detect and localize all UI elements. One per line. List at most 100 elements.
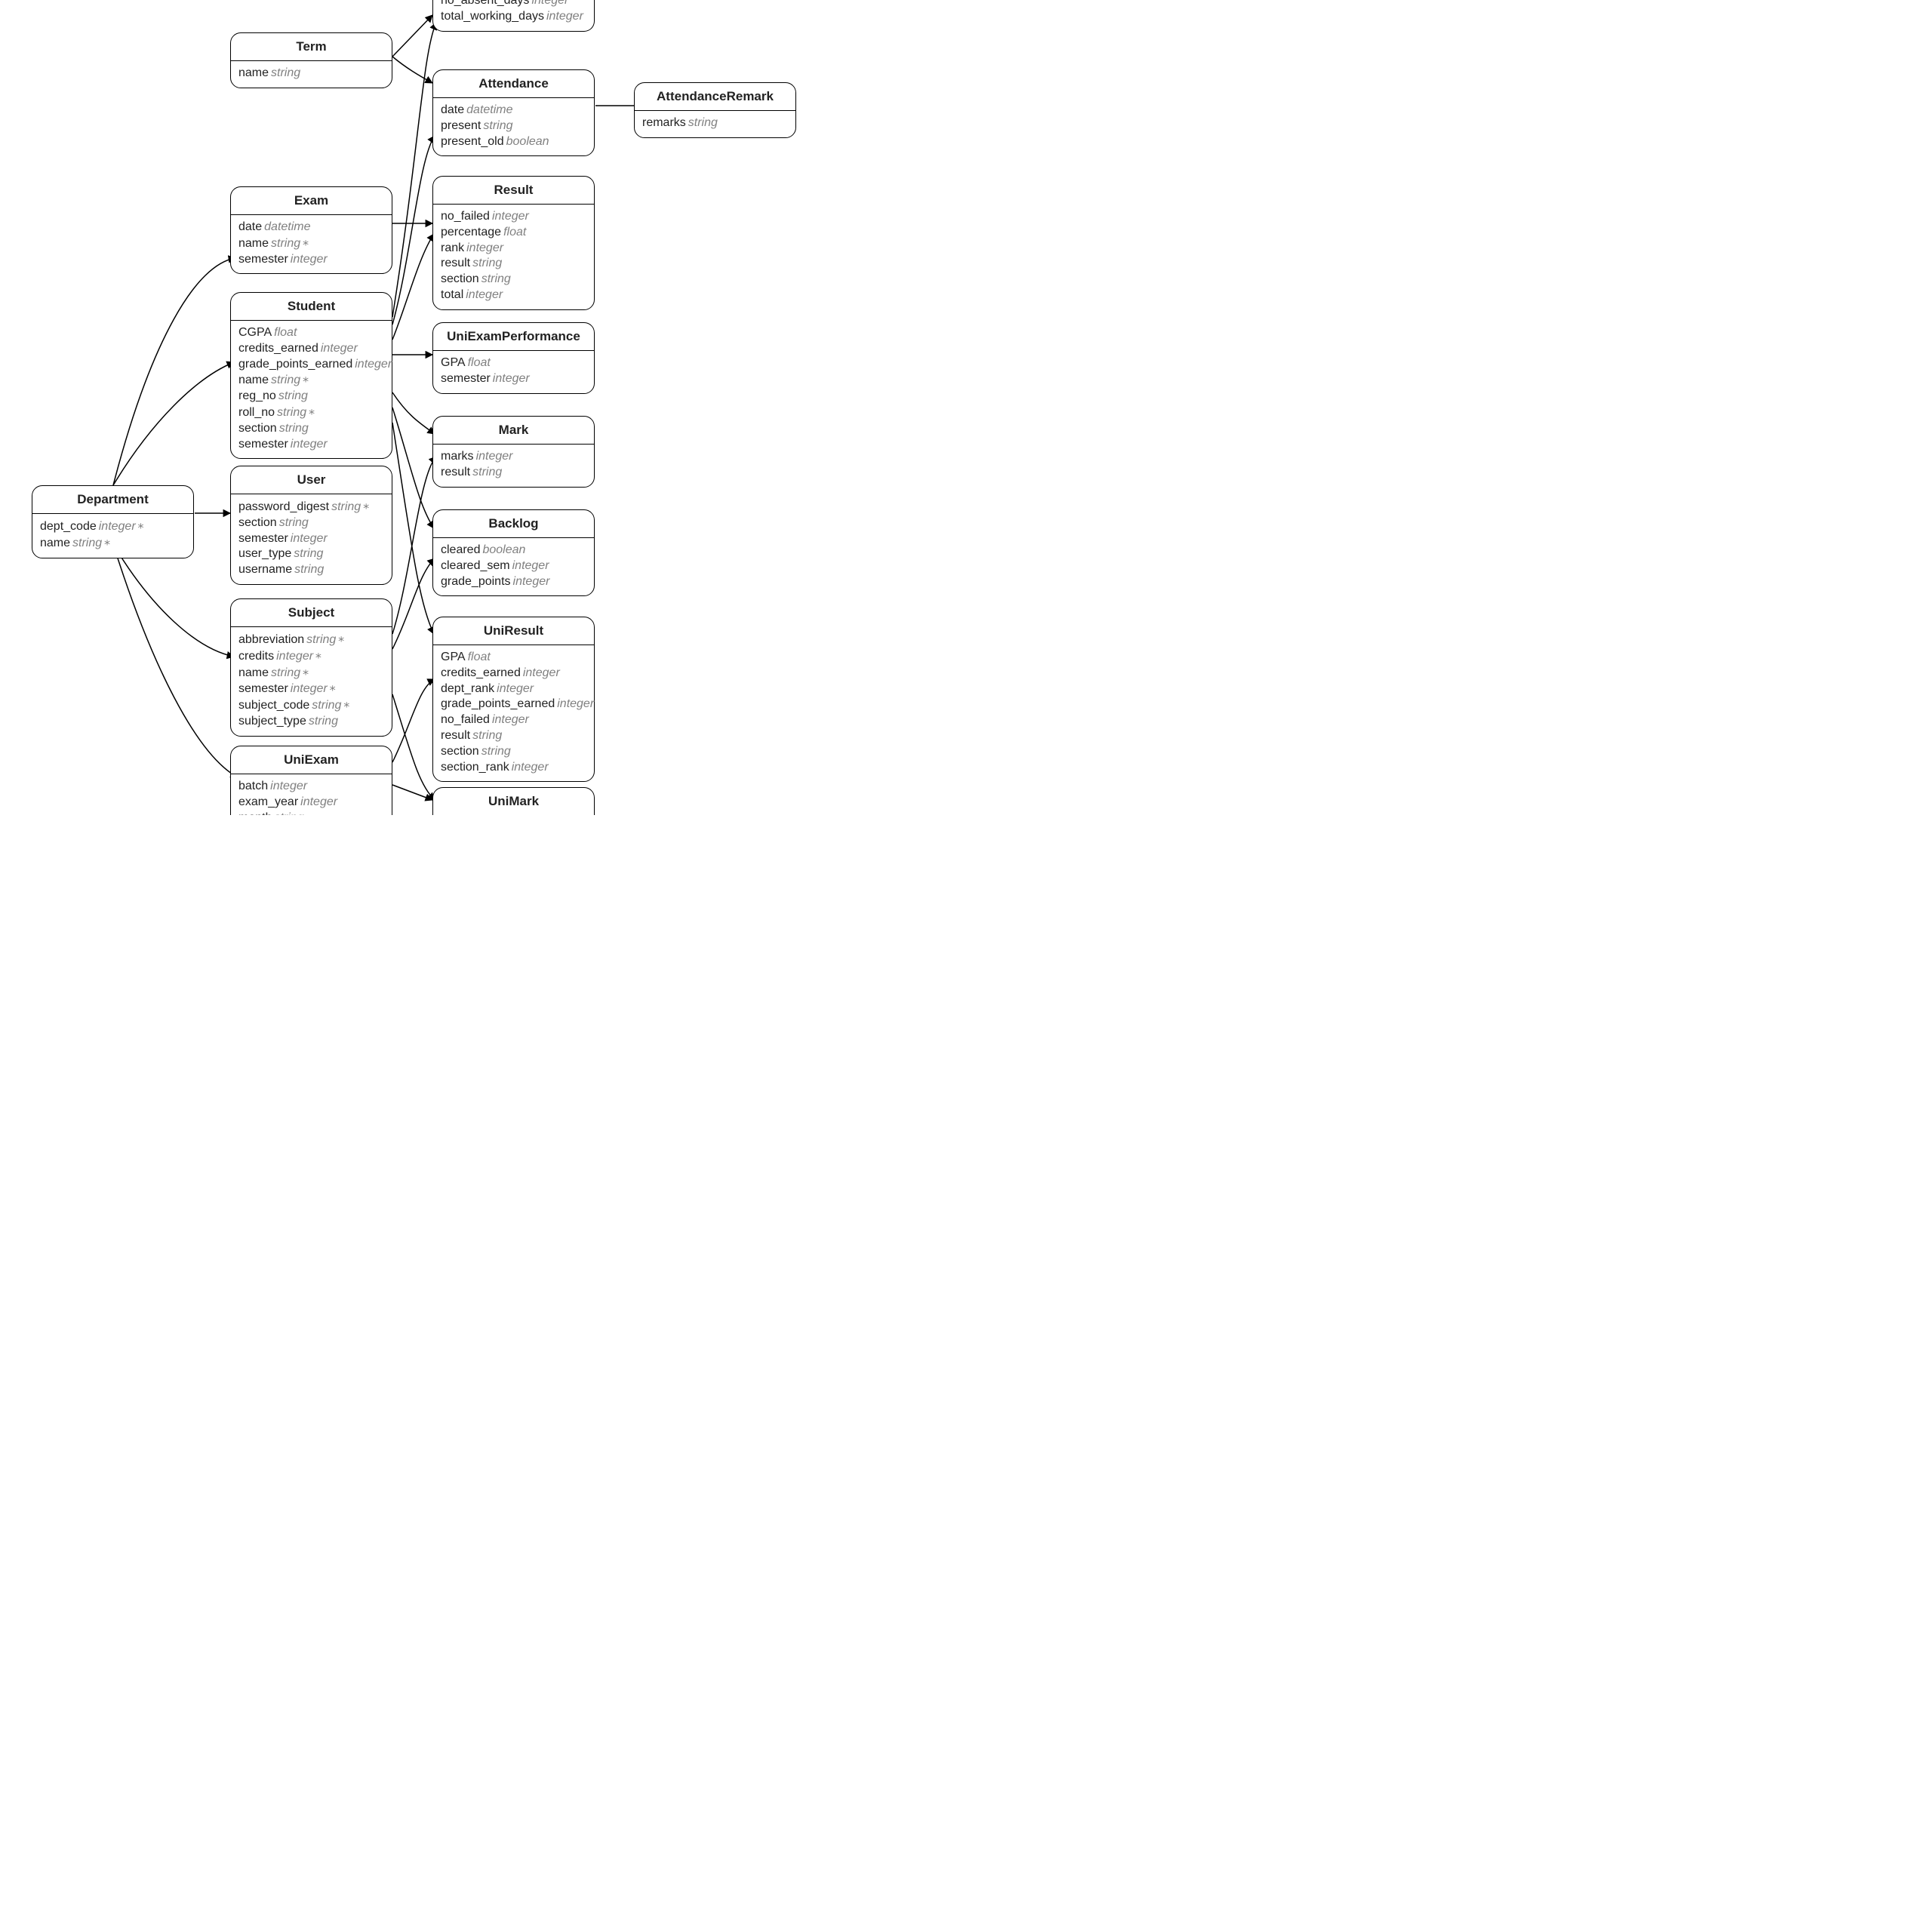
relationship-edge xyxy=(392,694,435,800)
attr-type: integer xyxy=(321,342,358,355)
entity-attrs: GPAfloatcredits_earnedintegerdept_rankin… xyxy=(433,645,594,781)
entity-attrs: datedatetimenamestring∗semesterinteger xyxy=(231,215,392,273)
entity-attrs: no_failedintegerpercentagefloatrankinteg… xyxy=(433,205,594,309)
attr-required-star: ∗ xyxy=(308,405,315,419)
attr-type: string xyxy=(294,563,324,576)
entity-title: Result xyxy=(433,177,594,205)
entity-attendance-top: no_absent_daysintegertotal_working_daysi… xyxy=(432,0,595,32)
attr-row: semesterinteger∗ xyxy=(238,681,384,697)
attr-type: string xyxy=(278,389,308,402)
relationship-edge xyxy=(392,23,436,317)
attr-name: present_old xyxy=(441,135,504,148)
entity-attrs: clearedbooleancleared_semintegergrade_po… xyxy=(433,538,594,595)
attr-row: creditsinteger∗ xyxy=(238,648,384,665)
entity-title: UniExamPerformance xyxy=(433,323,594,351)
entity-title: Subject xyxy=(231,599,392,627)
relationship-edge xyxy=(392,136,435,325)
attr-type: boolean xyxy=(482,543,525,556)
attr-name: remarks xyxy=(642,116,686,129)
relationship-edge xyxy=(392,57,432,83)
entity-attendance-remark: AttendanceRemarkremarksstring xyxy=(634,82,796,138)
attr-row: namestring xyxy=(238,66,384,82)
attr-row: semesterinteger xyxy=(238,437,384,453)
attr-name: CGPA xyxy=(238,326,272,339)
attr-type: string xyxy=(271,666,300,679)
attr-name: present xyxy=(441,119,481,132)
attr-row: rankinteger xyxy=(441,241,586,257)
attr-row: exam_yearinteger xyxy=(238,795,384,811)
attr-name: credits_earned xyxy=(238,342,318,355)
attr-name: month xyxy=(238,811,272,815)
entity-attrs: abbreviationstring∗creditsinteger∗namest… xyxy=(231,627,392,736)
attr-name: name xyxy=(238,66,269,79)
attr-type: boolean xyxy=(506,135,549,148)
relationship-edge xyxy=(392,785,432,800)
attr-name: user_type xyxy=(238,547,291,560)
attr-name: grade_points_earned xyxy=(238,358,352,371)
attr-name: section xyxy=(238,422,277,435)
entity-unimark: UniMarkcurrentboolean xyxy=(432,787,595,815)
attr-row: GPAfloat xyxy=(441,650,586,666)
attr-name: GPA xyxy=(441,356,466,369)
attr-type: string xyxy=(277,406,306,419)
attr-row: presentstring xyxy=(441,118,586,134)
attr-name: dept_rank xyxy=(441,682,494,695)
attr-row: usernamestring xyxy=(238,562,384,578)
attr-type: integer xyxy=(466,242,503,254)
attr-name: date xyxy=(441,103,464,116)
attr-required-star: ∗ xyxy=(343,697,350,712)
entity-attrs: dept_codeinteger∗namestring∗ xyxy=(32,514,193,558)
relationship-edge xyxy=(113,544,234,657)
attr-type: float xyxy=(274,326,297,339)
relationship-edge xyxy=(392,423,434,634)
attr-name: semester xyxy=(441,372,491,385)
attr-row: reg_nostring xyxy=(238,389,384,405)
attr-name: dept_code xyxy=(40,520,97,533)
attr-row: monthstring xyxy=(238,811,384,815)
entity-attrs: GPAfloatsemesterinteger xyxy=(433,351,594,393)
attr-row: grade_pointsinteger xyxy=(441,574,586,590)
attr-type: integer xyxy=(512,559,549,572)
attr-row: present_oldboolean xyxy=(441,134,586,150)
attr-row: subject_typestring xyxy=(238,714,384,730)
attr-name: subject_code xyxy=(238,699,309,712)
entity-backlog: Backlogclearedbooleancleared_semintegerg… xyxy=(432,509,595,596)
attr-type: string xyxy=(481,745,511,758)
attr-type: integer xyxy=(466,288,503,301)
attr-type: float xyxy=(468,651,491,663)
attr-required-star: ∗ xyxy=(103,535,111,549)
attr-row: cleared_seminteger xyxy=(441,558,586,574)
entity-uniresult: UniResultGPAfloatcredits_earnedintegerde… xyxy=(432,617,595,782)
attr-name: section xyxy=(441,272,479,285)
attr-type: string xyxy=(279,516,309,529)
entity-title: UniExam xyxy=(231,746,392,774)
entity-title: User xyxy=(231,466,392,494)
entity-attrs: batchintegerexam_yearintegermonthstrings… xyxy=(231,774,392,815)
relationship-edge xyxy=(392,408,434,528)
attr-row: dept_rankinteger xyxy=(441,681,586,697)
attr-required-star: ∗ xyxy=(337,632,345,646)
entity-title: Exam xyxy=(231,187,392,215)
entity-uniexam: UniExambatchintegerexam_yearintegermonth… xyxy=(230,746,392,815)
attr-row: dept_codeinteger∗ xyxy=(40,518,186,535)
attr-type: string xyxy=(483,119,512,132)
attr-required-star: ∗ xyxy=(315,648,322,663)
relationship-edge xyxy=(392,558,435,649)
attr-row: semesterinteger xyxy=(238,531,384,547)
attr-type: integer xyxy=(476,450,513,463)
attr-row: sectionstring xyxy=(238,421,384,437)
attr-type: string xyxy=(309,715,338,728)
attr-type: integer xyxy=(276,650,313,663)
entity-department: Departmentdept_codeinteger∗namestring∗ xyxy=(32,485,194,558)
attr-type: integer xyxy=(291,438,328,451)
attr-row: namestring∗ xyxy=(238,235,384,252)
attr-type: integer xyxy=(512,761,549,774)
attr-row: no_absent_daysinteger xyxy=(441,0,586,9)
attr-name: total xyxy=(441,288,463,301)
attr-name: credits xyxy=(238,650,274,663)
attr-name: cleared_sem xyxy=(441,559,510,572)
attr-row: percentagefloat xyxy=(441,225,586,241)
entity-attrs: remarksstring xyxy=(635,111,795,137)
attr-type: string xyxy=(271,374,300,386)
attr-name: semester xyxy=(238,438,288,451)
